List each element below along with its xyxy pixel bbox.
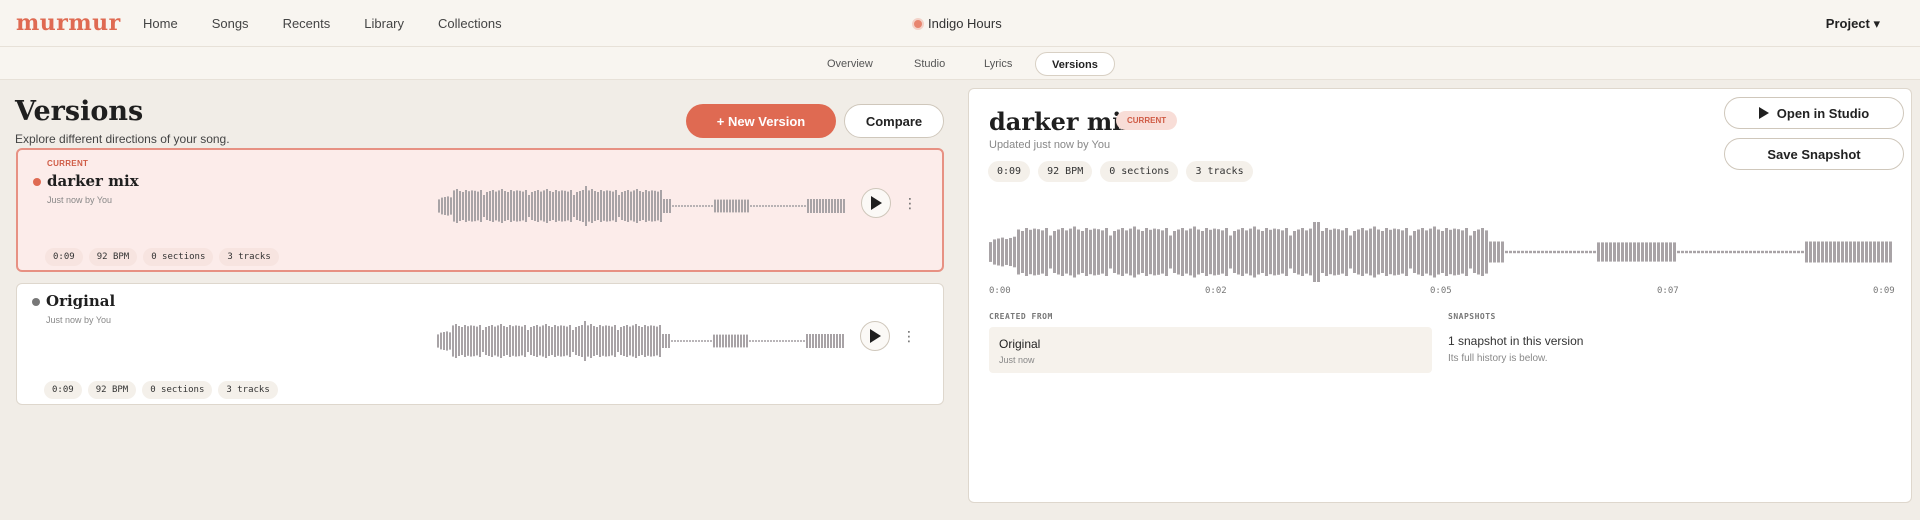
play-icon [1758,107,1769,119]
page-subtitle: Explore different directions of your son… [15,132,230,146]
open-in-studio-label: Open in Studio [1776,105,1870,121]
save-snapshot-button[interactable]: Save Snapshot [1724,138,1904,170]
nav-songs[interactable]: Songs [212,16,249,31]
play-button[interactable] [861,188,891,218]
nav-recents[interactable]: Recents [283,16,331,31]
sections-chip: 0 sections [142,381,213,399]
current-tag: CURRENT [47,159,89,168]
snapshots-note: Its full history is below. [1448,353,1548,364]
nav-library[interactable]: Library [364,16,404,31]
tracks-chip: 3 tracks [219,248,279,266]
more-options-icon[interactable]: ⋮ [902,327,916,345]
time-tick: 0:00 [989,286,1011,296]
time-tick: 0:02 [1205,286,1227,296]
recording-dot-icon [912,17,924,30]
created-from-name: Original [999,337,1041,351]
time-tick: 0:09 [1873,286,1895,296]
tracks-chip: 3 tracks [218,381,278,399]
created-from-card[interactable]: Original Just now [989,327,1432,373]
project-title-text: Indigo Hours [928,16,1002,31]
tab-overview[interactable]: Overview [811,52,889,76]
snapshots-label: SNAPSHOTS [1448,312,1496,321]
version-name: Original [46,292,116,310]
version-name: darker mix [47,172,139,190]
bpm-chip: 92 BPM [1038,161,1093,182]
tab-studio[interactable]: Studio [898,52,961,76]
snapshots-count: 1 snapshot in this version [1448,334,1584,348]
status-dot-icon [33,178,41,186]
detail-stats: 0:09 92 BPM 0 sections 3 tracks [988,161,1253,182]
page-title: Versions [15,96,144,127]
duration-chip: 0:09 [45,248,83,266]
project-menu-button[interactable]: Project ▾ [1826,16,1880,32]
detail-waveform[interactable] [989,222,1893,282]
detail-title: darker mix [989,107,1136,136]
compare-button[interactable]: Compare [844,104,944,138]
version-card-darker-mix[interactable]: CURRENT darker mix Just now by You ⋮ 0:0… [16,148,944,272]
version-meta: Just now by You [47,195,113,205]
created-from-label: CREATED FROM [989,312,1053,321]
duration-chip: 0:09 [44,381,82,399]
waveform[interactable] [438,186,848,226]
waveform[interactable] [437,321,847,361]
play-icon [871,196,882,210]
nav-collections[interactable]: Collections [438,16,502,31]
version-stats: 0:09 92 BPM 0 sections 3 tracks [44,381,278,399]
tracks-chip: 3 tracks [1186,161,1253,182]
bpm-chip: 92 BPM [87,381,137,399]
created-from-meta: Just now [999,355,1035,365]
duration-chip: 0:09 [988,161,1031,182]
status-dot-icon [32,298,40,306]
open-in-studio-button[interactable]: Open in Studio [1724,97,1904,129]
time-tick: 0:07 [1657,286,1679,296]
new-version-button[interactable]: + New Version [686,104,836,138]
more-options-icon[interactable]: ⋮ [903,194,917,212]
version-detail-panel: darker mix CURRENT Updated just now by Y… [968,88,1912,503]
top-navbar: murmur Home Songs Recents Library Collec… [0,0,1920,46]
nav-home[interactable]: Home [143,16,178,31]
time-tick: 0:05 [1430,286,1452,296]
tab-versions[interactable]: Versions [1035,52,1115,76]
sections-chip: 0 sections [1100,161,1179,182]
project-title[interactable]: Indigo Hours [912,16,1002,31]
version-card-original[interactable]: Original Just now by You ⋮ 0:09 92 BPM 0… [16,283,944,405]
sections-chip: 0 sections [143,248,214,266]
play-icon [870,329,881,343]
main-nav: Home Songs Recents Library Collections [143,16,536,31]
detail-updated: Updated just now by You [989,139,1111,151]
version-meta: Just now by You [46,315,112,325]
current-badge: CURRENT [1116,111,1178,130]
bpm-chip: 92 BPM [88,248,138,266]
version-stats: 0:09 92 BPM 0 sections 3 tracks [45,248,279,266]
play-button[interactable] [860,321,890,351]
sub-tabs: Overview Studio Lyrics Versions [0,46,1920,80]
tab-lyrics[interactable]: Lyrics [968,52,1028,76]
app-logo[interactable]: murmur [16,10,121,36]
